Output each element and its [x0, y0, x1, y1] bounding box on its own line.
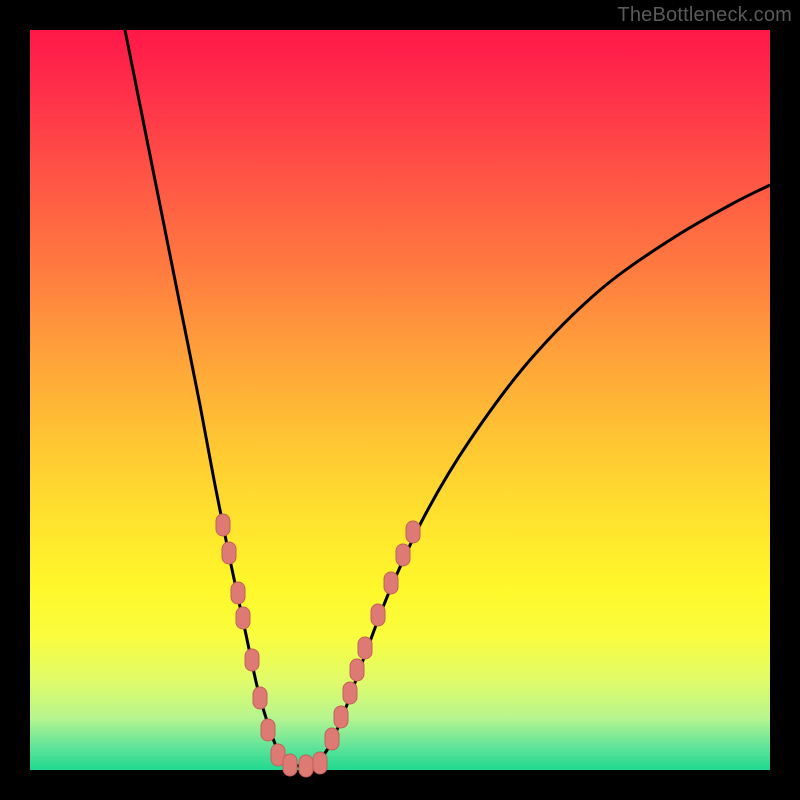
data-marker — [406, 521, 420, 543]
data-marker — [236, 607, 250, 629]
data-marker — [384, 572, 398, 594]
chart-svg — [30, 30, 770, 770]
data-marker — [343, 682, 357, 704]
data-marker — [245, 649, 259, 671]
data-marker — [231, 582, 245, 604]
data-marker — [283, 754, 297, 776]
data-marker — [299, 755, 313, 777]
data-marker — [222, 542, 236, 564]
marker-layer — [216, 514, 420, 777]
curve-right-branch — [316, 185, 770, 765]
curve-left-branch — [125, 30, 288, 765]
data-marker — [313, 752, 327, 774]
data-marker — [334, 706, 348, 728]
curve-layer — [125, 30, 770, 766]
data-marker — [325, 728, 339, 750]
data-marker — [253, 687, 267, 709]
data-marker — [371, 604, 385, 626]
data-marker — [261, 719, 275, 741]
data-marker — [350, 659, 364, 681]
plot-area — [30, 30, 770, 770]
data-marker — [396, 544, 410, 566]
data-marker — [216, 514, 230, 536]
chart-frame: TheBottleneck.com — [0, 0, 800, 800]
watermark-label: TheBottleneck.com — [617, 4, 792, 27]
data-marker — [358, 637, 372, 659]
